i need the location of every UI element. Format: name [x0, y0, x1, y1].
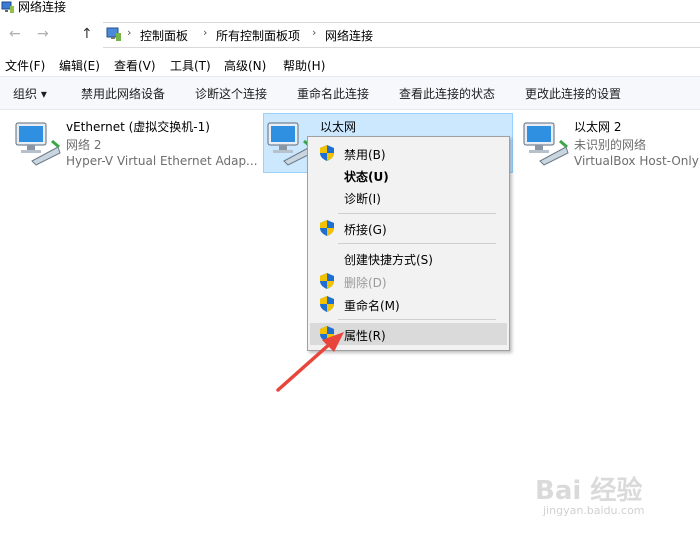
menu-divider	[338, 319, 496, 320]
menu-item-rename[interactable]: 重命名(M)	[310, 293, 507, 315]
title-bar: 网络连接	[0, 0, 700, 17]
rename-connection-button[interactable]: 重命名此连接	[297, 85, 369, 102]
menu-item-create-shortcut[interactable]: 创建快捷方式(S)	[310, 247, 507, 269]
control-panel-icon	[106, 27, 121, 41]
connection-status: 网络 2	[66, 138, 102, 152]
forward-arrow-icon[interactable]: →	[37, 26, 49, 42]
up-arrow-icon[interactable]: ↑	[81, 26, 93, 42]
breadcrumb-all-items[interactable]: 所有控制面板项	[216, 27, 300, 44]
chevron-right-icon[interactable]: ›	[312, 26, 316, 39]
menu-bar: 文件(F) 编辑(E) 查看(V) 工具(T) 高级(N) 帮助(H)	[0, 55, 700, 75]
network-adapter-icon	[523, 122, 569, 166]
uac-shield-icon	[320, 145, 334, 161]
back-arrow-icon[interactable]: ←	[9, 26, 21, 42]
menu-file[interactable]: 文件(F)	[5, 57, 45, 74]
connection-device: VirtualBox Host-Only	[574, 154, 699, 168]
annotation-arrow-icon	[276, 332, 344, 392]
disable-device-button[interactable]: 禁用此网络设备	[81, 85, 165, 102]
command-bar: 组织 ▾ 禁用此网络设备 诊断这个连接 重命名此连接 查看此连接的状态 更改此连…	[0, 76, 700, 110]
menu-edit[interactable]: 编辑(E)	[59, 57, 100, 74]
menu-advanced[interactable]: 高级(N)	[224, 57, 266, 74]
connection-name: vEthernet (虚拟交换机-1)	[66, 120, 210, 134]
watermark: Bai 经验 jingyan.baidu.com	[535, 470, 695, 530]
menu-item-label: 状态(U)	[344, 170, 389, 184]
menu-item-label: 桥接(G)	[344, 223, 387, 237]
menu-tools[interactable]: 工具(T)	[170, 57, 211, 74]
watermark-logo: Bai 经验	[535, 476, 643, 506]
breadcrumb-network-connections[interactable]: 网络连接	[325, 27, 373, 44]
menu-item-diagnose[interactable]: 诊断(I)	[310, 186, 507, 208]
menu-item-bridge[interactable]: 桥接(G)	[310, 217, 507, 239]
chevron-right-icon[interactable]: ›	[127, 26, 131, 39]
connection-item-vethernet[interactable]: vEthernet (虚拟交换机-1) 网络 2 Hyper-V Virtual…	[12, 114, 262, 172]
address-bar[interactable]: › 控制面板 › 所有控制面板项 › 网络连接	[103, 22, 700, 48]
connection-device: Hyper-V Virtual Ethernet Adap...	[66, 154, 258, 168]
menu-item-label: 属性(R)	[344, 329, 386, 343]
menu-divider	[338, 213, 496, 214]
change-settings-button[interactable]: 更改此连接的设置	[525, 85, 621, 102]
organize-button[interactable]: 组织 ▾	[13, 85, 47, 102]
menu-help[interactable]: 帮助(H)	[283, 57, 325, 74]
menu-view[interactable]: 查看(V)	[114, 57, 156, 74]
chevron-right-icon[interactable]: ›	[203, 26, 207, 39]
connection-name: 以太网 2	[574, 120, 622, 134]
breadcrumb-control-panel[interactable]: 控制面板	[140, 27, 188, 44]
menu-item-disable[interactable]: 禁用(B)	[310, 142, 507, 164]
network-connections-icon	[1, 1, 14, 13]
uac-shield-icon	[320, 296, 334, 312]
connection-name: 以太网	[320, 120, 357, 134]
view-status-button[interactable]: 查看此连接的状态	[399, 85, 495, 102]
menu-item-label: 删除(D)	[344, 276, 387, 290]
menu-item-label: 重命名(M)	[344, 299, 400, 313]
network-adapter-icon	[15, 122, 61, 166]
menu-item-label: 诊断(I)	[344, 192, 381, 206]
connection-item-ethernet-2[interactable]: 以太网 2 未识别的网络 VirtualBox Host-Only	[520, 114, 700, 172]
menu-divider	[338, 243, 496, 244]
menu-item-label: 创建快捷方式(S)	[344, 253, 433, 267]
window-title: 网络连接	[18, 0, 67, 14]
diagnose-connection-button[interactable]: 诊断这个连接	[195, 85, 267, 102]
connection-status: 未识别的网络	[574, 138, 647, 152]
menu-item-label: 禁用(B)	[344, 148, 386, 162]
uac-shield-icon	[320, 220, 334, 236]
menu-item-status[interactable]: 状态(U)	[310, 164, 507, 186]
menu-item-delete: 删除(D)	[310, 270, 507, 292]
uac-shield-icon	[320, 273, 334, 289]
watermark-url: jingyan.baidu.com	[543, 504, 645, 517]
